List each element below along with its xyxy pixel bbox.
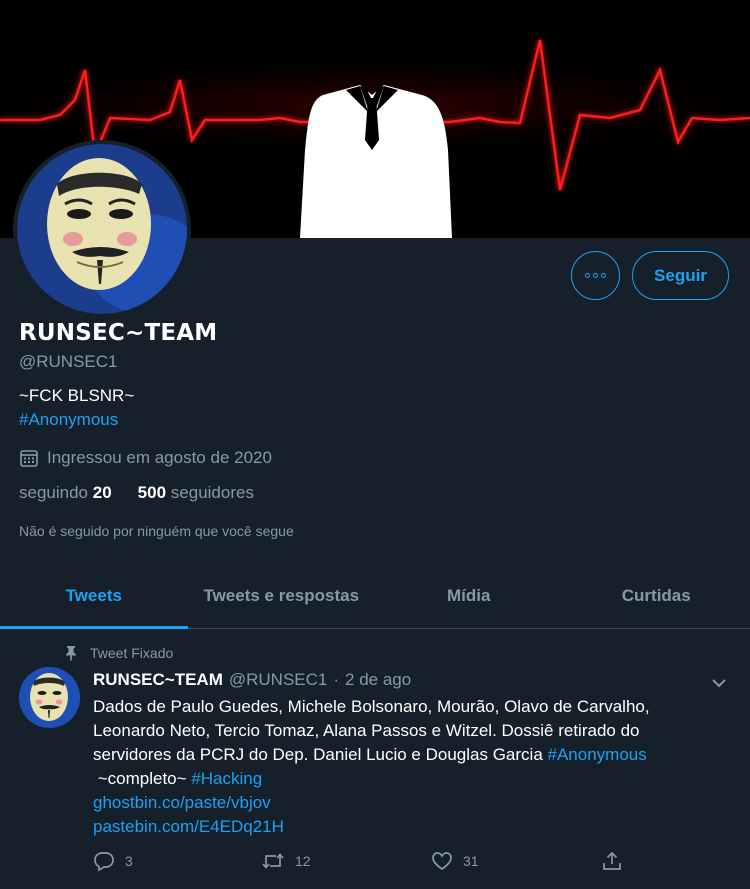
share-icon <box>603 851 621 870</box>
tweet-author-handle[interactable]: @RUNSEC1 <box>229 670 328 690</box>
pinned-label: Tweet Fixado <box>90 645 174 661</box>
followers-link[interactable]: 500 seguidores <box>138 483 254 503</box>
tab-media[interactable]: Mídia <box>375 563 563 628</box>
like-button[interactable]: 31 <box>431 850 479 872</box>
pin-icon <box>66 646 76 661</box>
retweet-icon <box>262 853 284 869</box>
tweet-text-segment: ~completo~ <box>97 769 187 788</box>
follow-button[interactable]: Seguir <box>632 251 729 300</box>
share-button[interactable] <box>601 850 623 872</box>
follow-stats: seguindo 20 500 seguidores <box>19 483 254 503</box>
like-count: 31 <box>463 853 479 869</box>
tab-tweets[interactable]: Tweets <box>0 563 188 629</box>
tweet-separator: · <box>333 670 340 689</box>
pinned-indicator: Tweet Fixado <box>64 645 173 661</box>
tweet-text: Dados de Paulo Guedes, Michele Bolsonaro… <box>93 695 733 839</box>
tweet-text-line: Dados de Paulo Guedes, Michele Bolsonaro… <box>93 697 650 716</box>
joined-text: Ingressou em agosto de 2020 <box>47 448 272 467</box>
tab-tweets-and-replies[interactable]: Tweets e respostas <box>188 563 376 628</box>
following-link[interactable]: seguindo 20 <box>19 483 112 503</box>
heart-icon <box>432 852 452 871</box>
profile-bio: ~FCK BLSNR~ <box>19 386 135 405</box>
tweet-text-line: ~completo~ #Hacking <box>93 767 733 791</box>
profile-tabs: Tweets Tweets e respostas Mídia Curtidas <box>0 563 750 629</box>
retweet-button[interactable]: 12 <box>261 850 311 872</box>
reply-count: 3 <box>125 853 133 869</box>
pastebin-link[interactable]: pastebin.com/E4EDq21H <box>93 815 733 839</box>
retweet-count: 12 <box>295 853 311 869</box>
tweet-author-avatar[interactable] <box>19 667 80 728</box>
tweet-text-line: servidores da PCRJ do Dep. Daniel Lucio … <box>93 743 733 767</box>
profile-avatar[interactable] <box>13 140 191 318</box>
tweet-header: RUNSEC~TEAM @RUNSEC1 · 2 de ago <box>93 670 411 690</box>
reply-icon <box>94 852 114 872</box>
following-count: 20 <box>92 483 112 502</box>
reply-button[interactable]: 3 <box>93 850 133 872</box>
hashtag-link[interactable]: #Hacking <box>191 769 262 788</box>
more-options-button[interactable] <box>571 251 620 300</box>
tweet-date[interactable]: 2 de ago <box>345 670 411 690</box>
tweet-text-line: Leonardo Neto, Tercio Tomaz, Alana Passo… <box>93 721 640 740</box>
chevron-down-icon[interactable] <box>708 672 730 694</box>
joined-date: Ingressou em agosto de 2020 <box>19 448 272 468</box>
more-dots-icon <box>585 273 606 278</box>
followers-label: seguidores <box>170 483 254 502</box>
tweet-text-segment: servidores da PCRJ do Dep. Daniel Lucio … <box>93 745 543 764</box>
profile-handle: @RUNSEC1 <box>19 352 118 371</box>
hashtag-link[interactable]: #Anonymous <box>548 745 647 764</box>
following-label: seguindo <box>19 483 89 502</box>
followers-count: 500 <box>137 483 167 502</box>
tweet-author-name[interactable]: RUNSEC~TEAM <box>93 670 223 690</box>
bio-hashtag-link[interactable]: #Anonymous <box>19 410 118 430</box>
not-followed-notice: Não é seguido por ninguém que você segue <box>19 523 294 539</box>
calendar-icon <box>20 450 38 467</box>
profile-name: RUNSEC~TEAM <box>19 320 218 346</box>
tab-likes[interactable]: Curtidas <box>563 563 750 628</box>
ghostbin-link[interactable]: ghostbin.co/paste/vbjov <box>93 791 733 815</box>
guy-fawkes-mask-icon <box>19 667 80 728</box>
tweet-actions: 3 12 31 <box>93 850 633 876</box>
guy-fawkes-mask-icon <box>17 144 187 314</box>
